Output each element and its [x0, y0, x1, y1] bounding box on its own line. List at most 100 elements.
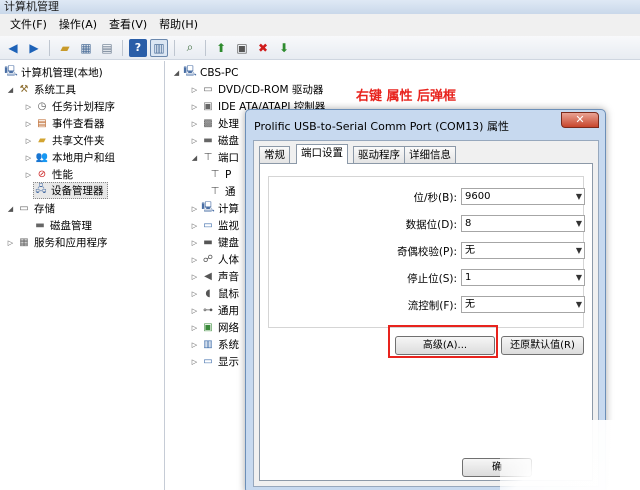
- device-category-keyboard[interactable]: ▷ ▬ 键盘: [190, 234, 239, 251]
- device-category-sound[interactable]: ▷ ◀ 声音: [190, 268, 239, 285]
- data-bits-select[interactable]: 8 ▼: [461, 215, 585, 232]
- device-category-mouse[interactable]: ▷ ◖ 鼠标: [190, 285, 239, 302]
- device-category-disk[interactable]: ▷ ▬ 磁盘: [190, 132, 239, 149]
- device-category-usb[interactable]: ▷ ⊶ 通用: [190, 302, 239, 319]
- device-port-item[interactable]: ⊤ 通: [208, 183, 236, 200]
- parity-value: 无: [465, 245, 475, 256]
- expand-arrow-icon[interactable]: ▷: [24, 171, 33, 179]
- device-category-network[interactable]: ▷ ▣ 网络: [190, 319, 239, 336]
- scan-hardware-icon[interactable]: ⌕: [181, 39, 199, 57]
- system-device-icon: ▥: [203, 339, 213, 350]
- tree-item-services-apps[interactable]: ▷ ▦ 服务和应用程序: [6, 234, 108, 251]
- expand-arrow-icon[interactable]: ▷: [6, 239, 15, 247]
- tree-item-local-users[interactable]: ▷ 👥 本地用户和组: [24, 149, 115, 166]
- users-icon: 👥: [35, 152, 49, 163]
- expand-arrow-icon[interactable]: ▷: [190, 324, 199, 332]
- expand-arrow-icon[interactable]: ▷: [190, 137, 199, 145]
- chevron-down-icon: ▼: [575, 300, 582, 309]
- tab-port-settings[interactable]: 端口设置: [296, 144, 348, 164]
- device-category-display[interactable]: ▷ ▭ 显示: [190, 353, 239, 370]
- tab-driver[interactable]: 驱动程序: [353, 146, 405, 163]
- event-viewer-icon: ▤: [37, 118, 47, 129]
- menu-view[interactable]: 查看(V): [103, 14, 153, 36]
- device-port-item[interactable]: ⊤ P: [208, 166, 232, 183]
- chevron-down-icon: ▼: [575, 246, 582, 255]
- expand-arrow-icon[interactable]: ▷: [190, 341, 199, 349]
- show-hide-tree-icon[interactable]: ▦: [77, 39, 95, 57]
- menu-action[interactable]: 操作(A): [53, 14, 103, 36]
- tree-item-performance[interactable]: ▷ ⊘ 性能: [24, 166, 73, 183]
- device-category-system[interactable]: ▷ ▥ 系统: [190, 336, 239, 353]
- device-category-ports[interactable]: ◢ ⊤ 端口: [190, 149, 239, 166]
- device-computer-root[interactable]: ◢ 🖳 CBS-PC: [172, 64, 239, 81]
- tree-item-storage[interactable]: ◢ ▭ 存储: [6, 200, 55, 217]
- forward-arrow-icon[interactable]: ▶: [25, 39, 43, 57]
- monitor-icon: ▭: [203, 220, 213, 231]
- help-icon[interactable]: ?: [129, 38, 147, 57]
- toolbar-separator: [205, 39, 206, 56]
- device-label: CBS-PC: [200, 66, 239, 79]
- expand-arrow-icon[interactable]: ▷: [190, 86, 199, 94]
- restore-defaults-button[interactable]: 还原默认值(R): [501, 336, 584, 355]
- update-driver-icon[interactable]: ⬆: [212, 39, 230, 57]
- disable-device-icon[interactable]: ▣: [233, 39, 251, 57]
- expand-arrow-icon[interactable]: ▷: [24, 137, 33, 145]
- expand-arrow-icon[interactable]: ▷: [190, 358, 199, 366]
- up-folder-icon[interactable]: ▰: [56, 39, 74, 57]
- disk-drive-icon: ▬: [203, 135, 213, 146]
- expand-arrow-icon[interactable]: ▷: [190, 222, 199, 230]
- mouse-icon: ◖: [205, 288, 211, 299]
- flow-control-select[interactable]: 无 ▼: [461, 296, 585, 313]
- device-label: 通: [225, 186, 236, 198]
- tree-item-event-viewer[interactable]: ▷ ▤ 事件查看器: [24, 115, 105, 132]
- expand-arrow-icon[interactable]: ▷: [24, 120, 33, 128]
- back-arrow-icon[interactable]: ◀: [4, 39, 22, 57]
- expand-arrow-icon[interactable]: ▷: [24, 103, 33, 111]
- collapse-arrow-icon[interactable]: ◢: [172, 69, 181, 77]
- console-view-icon[interactable]: ▥: [150, 38, 168, 57]
- uninstall-device-icon[interactable]: ✖: [254, 39, 272, 57]
- toolbar: ◀ ▶ ▰ ▦ ▤ ? ▥ ⌕ ⬆ ▣ ✖ ⬇: [0, 36, 640, 60]
- stop-bits-select[interactable]: 1 ▼: [461, 269, 585, 286]
- menu-help[interactable]: 帮助(H): [153, 14, 204, 36]
- menu-file[interactable]: 文件(F): [4, 14, 53, 36]
- parity-select[interactable]: 无 ▼: [461, 242, 585, 259]
- device-category-monitor[interactable]: ▷ ▭ 监视: [190, 217, 239, 234]
- tree-item-disk-management[interactable]: ▬ 磁盘管理: [33, 217, 92, 234]
- tree-item-shared-folders[interactable]: ▷ ▰ 共享文件夹: [24, 132, 105, 149]
- properties-icon[interactable]: ▤: [98, 39, 116, 57]
- expand-arrow-icon[interactable]: ▷: [190, 120, 199, 128]
- stop-bits-label: 停止位(S):: [407, 273, 457, 285]
- expand-arrow-icon[interactable]: ▷: [190, 205, 199, 213]
- device-category-computer[interactable]: ▷ 🖳 计算: [190, 200, 239, 217]
- tree-item-device-manager[interactable]: 🖧 设备管理器: [33, 182, 108, 199]
- tab-general[interactable]: 常规: [259, 146, 290, 163]
- collapse-arrow-icon[interactable]: ◢: [6, 205, 15, 213]
- baud-rate-select[interactable]: 9600 ▼: [461, 188, 585, 205]
- collapse-arrow-icon[interactable]: ◢: [6, 86, 15, 94]
- collapse-arrow-icon[interactable]: ◢: [190, 154, 199, 162]
- display-adapter-icon: ▭: [203, 356, 213, 367]
- close-button[interactable]: ✕: [561, 112, 599, 128]
- chevron-down-icon: ▼: [575, 273, 582, 282]
- usb-icon: ⊶: [203, 305, 213, 316]
- chevron-down-icon: ▼: [575, 192, 582, 201]
- device-label: 键盘: [218, 237, 239, 249]
- tab-details[interactable]: 详细信息: [404, 146, 456, 163]
- tree-item-root[interactable]: 🖳 计算机管理(本地): [4, 64, 102, 81]
- device-category-processor[interactable]: ▷ ▩ 处理: [190, 115, 239, 132]
- enable-device-icon[interactable]: ⬇: [275, 39, 293, 57]
- tree-item-task-scheduler[interactable]: ▷ ◷ 任务计划程序: [24, 98, 115, 115]
- expand-arrow-icon[interactable]: ▷: [190, 103, 199, 111]
- expand-arrow-icon[interactable]: ▷: [24, 154, 33, 162]
- expand-arrow-icon[interactable]: ▷: [190, 307, 199, 315]
- expand-arrow-icon[interactable]: ▷: [190, 239, 199, 247]
- baud-rate-value: 9600: [465, 191, 491, 202]
- tree-item-system-tools[interactable]: ◢ ⚒ 系统工具: [6, 81, 76, 98]
- expand-arrow-icon[interactable]: ▷: [190, 256, 199, 264]
- expand-arrow-icon[interactable]: ▷: [190, 273, 199, 281]
- device-category-dvd[interactable]: ▷ ▭ DVD/CD-ROM 驱动器: [190, 81, 324, 98]
- device-category-hid[interactable]: ▷ ☍ 人体: [190, 251, 239, 268]
- device-label: 人体: [218, 254, 239, 266]
- expand-arrow-icon[interactable]: ▷: [190, 290, 199, 298]
